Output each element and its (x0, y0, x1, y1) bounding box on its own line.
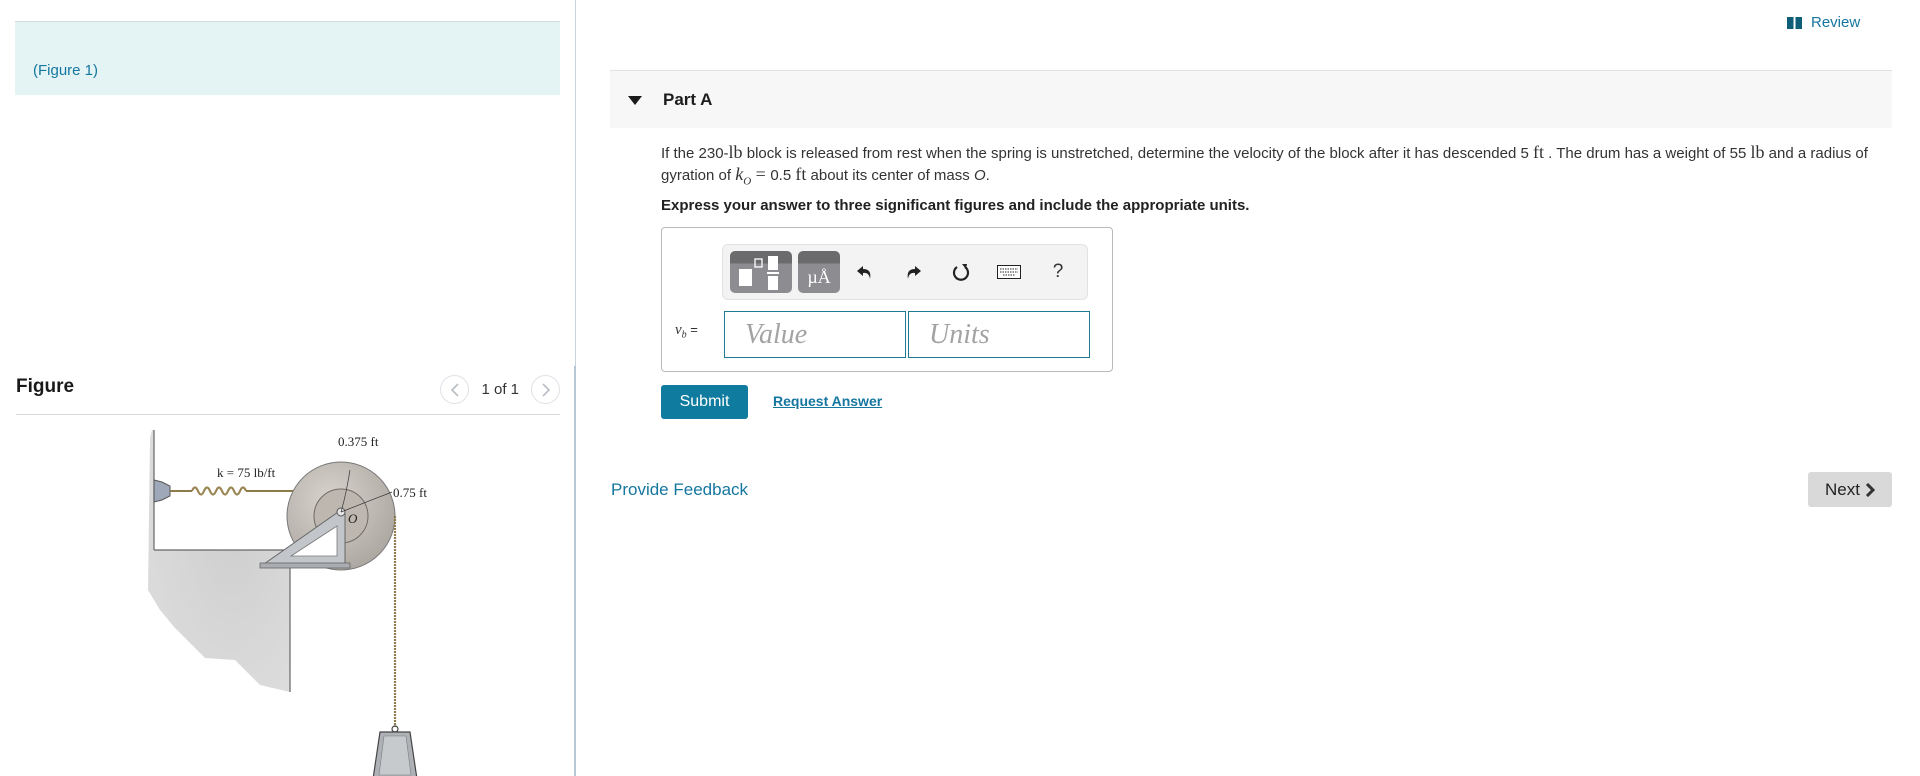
submit-button[interactable]: Submit (661, 385, 748, 419)
redo-button[interactable] (900, 259, 926, 285)
redo-icon (907, 266, 921, 279)
chevron-right-icon (541, 382, 550, 397)
answer-variable: v (675, 322, 682, 338)
pane-divider (575, 0, 576, 366)
figure-header: Figure 1 of 1 (16, 372, 560, 415)
figure-page-count: 1 of 1 (481, 381, 519, 398)
next-button[interactable]: Next (1808, 472, 1892, 507)
question-fragment: If the 230- (661, 145, 729, 162)
center-label: O (348, 511, 358, 526)
templates-button[interactable] (730, 251, 792, 293)
reset-button[interactable] (948, 259, 974, 285)
answer-instruction: Express your answer to three significant… (661, 197, 1250, 214)
radius-gyration-symbol: kO = (735, 164, 771, 188)
value-input[interactable] (724, 311, 906, 358)
review-link[interactable]: Review (1787, 14, 1860, 31)
chevron-left-icon (450, 382, 459, 397)
answer-equals: = (690, 322, 698, 337)
unit-ft: ft (1532, 142, 1544, 162)
part-a-header[interactable]: Part A (610, 70, 1892, 128)
var-k-subscript: O (743, 175, 752, 188)
math-toolbar: µÅ ? (722, 244, 1088, 300)
next-label: Next (1825, 479, 1860, 499)
question-fragment: . (985, 167, 990, 184)
undo-button[interactable] (852, 259, 878, 285)
question-fragment: 0.5 (770, 167, 796, 184)
figure-1-link[interactable]: (Figure 1) (33, 62, 98, 79)
review-label: Review (1811, 14, 1861, 31)
next-figure-button[interactable] (531, 375, 560, 404)
figure-title: Figure (16, 376, 75, 397)
caret-down-icon[interactable] (628, 96, 642, 105)
figure-pager: 1 of 1 (440, 375, 560, 404)
previous-figure-button[interactable] (440, 375, 470, 404)
keyboard-button[interactable] (996, 259, 1022, 285)
unit-lb: lb (1750, 142, 1765, 162)
pane-resize-handle[interactable] (574, 366, 576, 776)
answer-variable-subscript: b (681, 329, 687, 341)
provide-feedback-link[interactable]: Provide Feedback (611, 480, 748, 500)
keyboard-icon (997, 265, 1021, 279)
units-button[interactable]: µÅ (798, 251, 840, 293)
request-answer-link[interactable]: Request Answer (773, 393, 882, 409)
unit-lb: lb (728, 142, 743, 162)
spring-constant-label: k = 75 lb/ft (217, 465, 276, 480)
figure-pane: (Figure 1) Figure 1 of 1 k = 75 lb/ft 0.… (0, 0, 576, 776)
answer-variable-label: vb = (675, 322, 698, 341)
inner-radius-label: 0.375 ft (338, 434, 379, 449)
outer-radius-label: 0.75 ft (393, 485, 427, 500)
center-mass-label: O (973, 167, 986, 184)
question-text: If the 230-lb block is released from res… (661, 142, 1881, 192)
reset-icon (952, 264, 970, 281)
book-icon (1787, 16, 1802, 29)
question-fragment: . The drum has a weight of 55 (1543, 145, 1751, 162)
question-fragment: about its center of mass (806, 167, 974, 184)
undo-icon (857, 266, 871, 279)
question-fragment: block is released from rest when the spr… (742, 145, 1533, 162)
figure-diagram: k = 75 lb/ft 0.375 ft 0.75 ft O (148, 430, 427, 776)
help-button[interactable]: ? (1045, 259, 1071, 285)
templates-icon (739, 256, 779, 290)
part-title: Part A (663, 90, 713, 109)
answer-box: µÅ ? vb = (661, 227, 1113, 372)
figure-link-box: (Figure 1) (15, 21, 560, 95)
unit-ft: ft (795, 164, 807, 184)
chevron-right-icon (1865, 482, 1875, 497)
equals-sign: = (751, 164, 771, 184)
units-input[interactable] (908, 311, 1090, 358)
